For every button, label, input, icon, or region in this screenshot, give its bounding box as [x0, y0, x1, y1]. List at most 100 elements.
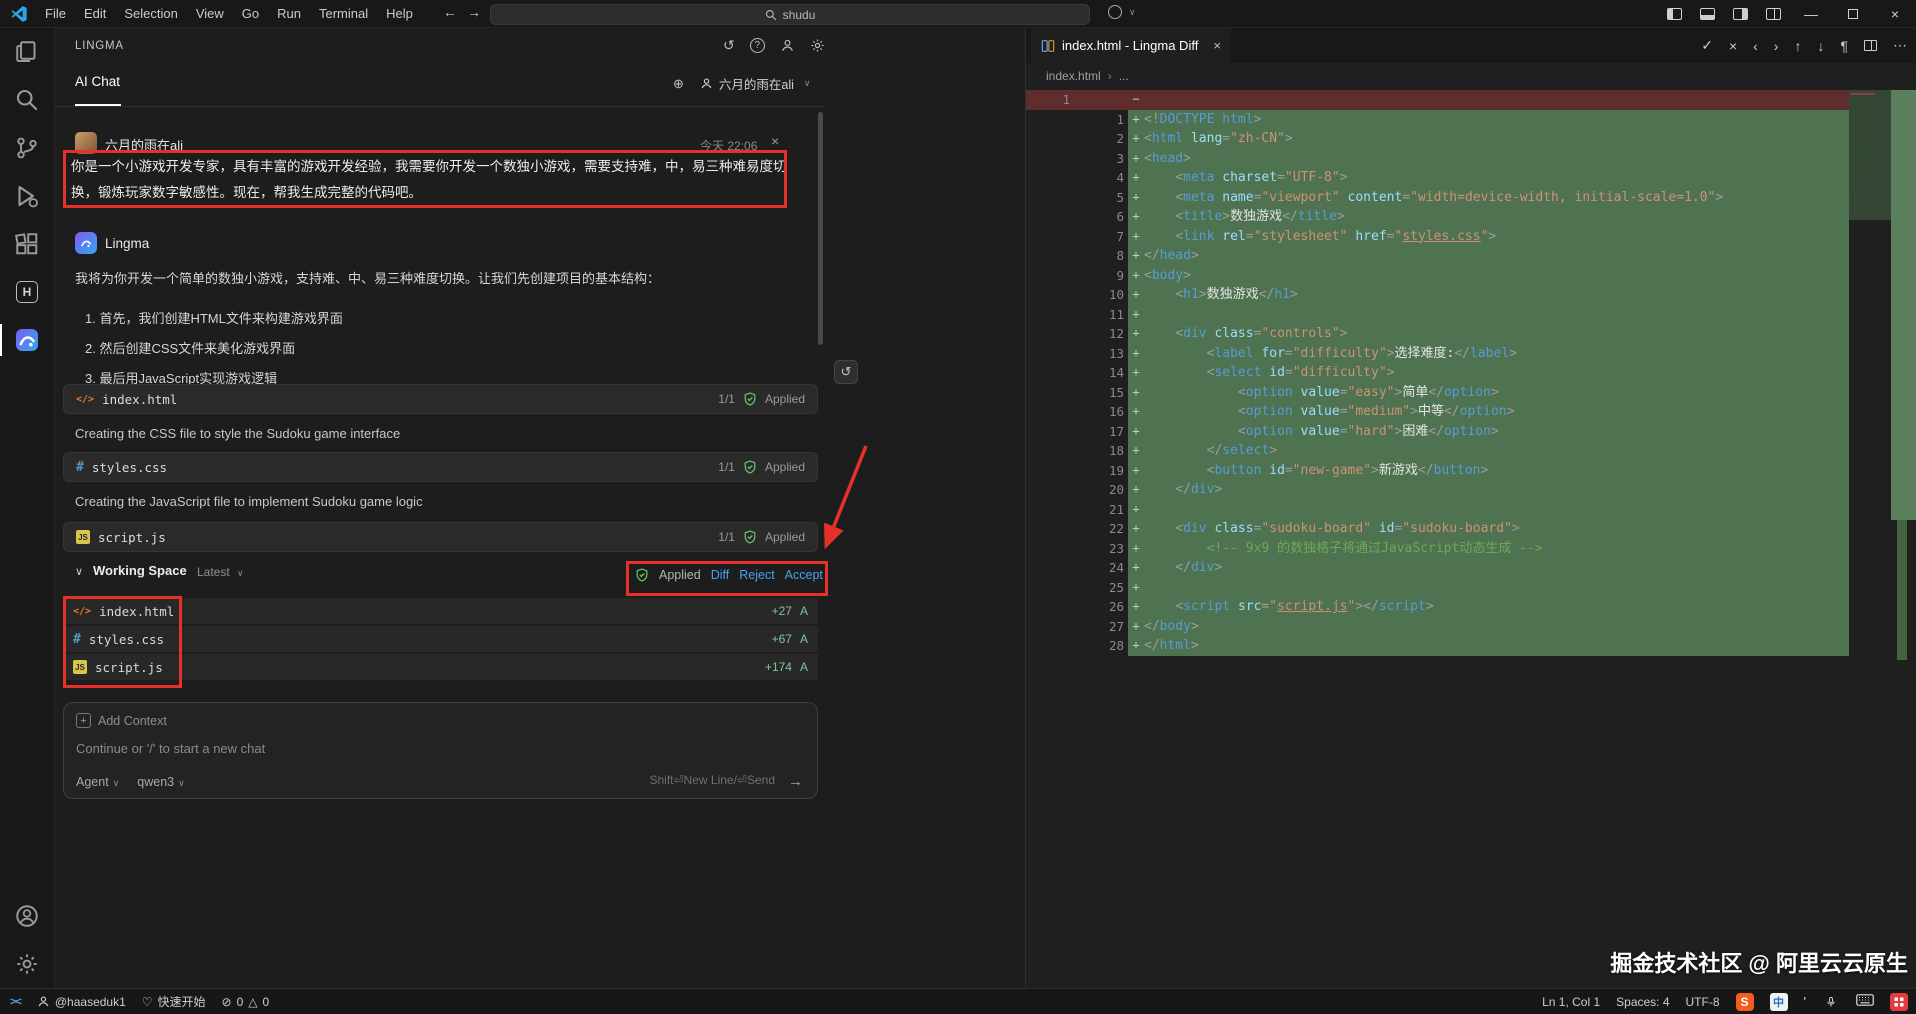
punctuation-icon[interactable]: ': [1804, 994, 1806, 1009]
ime-toolbox-icon[interactable]: [1890, 993, 1908, 1011]
account-icon[interactable]: [0, 892, 54, 940]
code-line[interactable]: 23+ <!-- 9x9 的数独格子将通过JavaScript动态生成 -->: [1026, 539, 1849, 559]
code-line[interactable]: 22+ <div class="sudoku-board" id="sudoku…: [1026, 519, 1849, 539]
code-line[interactable]: 18+ </select>: [1026, 441, 1849, 461]
customize-layout-icon[interactable]: [1766, 8, 1781, 20]
status-line-col[interactable]: Ln 1, Col 1: [1542, 995, 1600, 1009]
minimap[interactable]: [1849, 90, 1891, 220]
code-line[interactable]: 4+ <meta charset="UTF-8">: [1026, 168, 1849, 188]
chat-scrollbar[interactable]: [818, 112, 823, 345]
code-line[interactable]: 7+ <link rel="stylesheet" href="styles.c…: [1026, 227, 1849, 247]
next-change-icon[interactable]: ›: [1774, 38, 1779, 54]
close-message-icon[interactable]: ×: [771, 133, 779, 149]
more-actions-icon[interactable]: ⋯: [1893, 37, 1907, 54]
toggle-panel-icon[interactable]: [1700, 8, 1715, 20]
layout-customize-icon[interactable]: ∨: [1108, 5, 1136, 19]
arrow-down-icon[interactable]: ↓: [1817, 38, 1824, 54]
arrow-up-icon[interactable]: ↑: [1794, 38, 1801, 54]
code-line[interactable]: 16+ <option value="medium">中等</option>: [1026, 402, 1849, 422]
code-line[interactable]: 28+</html>: [1026, 636, 1849, 656]
tab-ai-chat[interactable]: AI Chat: [75, 74, 120, 89]
language-mode-icon[interactable]: 中: [1770, 993, 1788, 1011]
code-line[interactable]: 1+<!DOCTYPE html>: [1026, 110, 1849, 130]
maximize-button[interactable]: [1832, 0, 1874, 28]
add-context-button[interactable]: + Add Context: [76, 713, 167, 728]
status-account[interactable]: @haaseduk1: [37, 995, 126, 1009]
code-line[interactable]: 6+ <title>数独游戏</title>: [1026, 207, 1849, 227]
collapse-chevron-icon[interactable]: ∨: [75, 565, 83, 578]
toggle-sidebar-icon[interactable]: [1667, 8, 1682, 20]
agent-dropdown[interactable]: Agent∨: [76, 775, 119, 789]
code-line[interactable]: 21+: [1026, 500, 1849, 520]
menu-item-terminal[interactable]: Terminal: [310, 6, 377, 21]
code-line[interactable]: 12+ <div class="controls">: [1026, 324, 1849, 344]
breadcrumb-file[interactable]: index.html: [1046, 69, 1101, 83]
code-line[interactable]: 1−: [1026, 90, 1849, 110]
undo-float-button[interactable]: ↺: [834, 360, 858, 384]
workspace-file-row[interactable]: </> index.html +27 A: [63, 598, 818, 624]
source-control-icon[interactable]: [0, 124, 54, 172]
code-line[interactable]: 11+: [1026, 305, 1849, 325]
whitespace-icon[interactable]: ¶: [1840, 38, 1848, 54]
toggle-secondary-sidebar-icon[interactable]: [1733, 8, 1748, 20]
back-icon[interactable]: ←: [440, 4, 460, 20]
working-space-version[interactable]: Latest ∨: [197, 565, 244, 579]
sogou-input-icon[interactable]: S: [1736, 993, 1754, 1011]
status-quickstart[interactable]: ♡ 快速开始: [142, 993, 206, 1010]
status-problems[interactable]: ⊘ 0 △ 0: [222, 995, 270, 1009]
history-icon[interactable]: ↺: [723, 37, 735, 54]
workspace-file-row[interactable]: # styles.css +67 A: [63, 626, 818, 652]
lingma-sidebar-icon[interactable]: [0, 316, 54, 364]
file-card-index-html[interactable]: </> index.html 1/1 Applied: [63, 384, 818, 414]
code-line[interactable]: 8+</head>: [1026, 246, 1849, 266]
keyboard-icon[interactable]: [1856, 994, 1874, 1009]
menu-item-help[interactable]: Help: [377, 6, 422, 21]
chat-input[interactable]: [76, 741, 636, 756]
code-line[interactable]: 27+</body>: [1026, 617, 1849, 637]
discard-all-icon[interactable]: ×: [1729, 38, 1737, 54]
file-card-styles-css[interactable]: # styles.css 1/1 Applied: [63, 452, 818, 482]
code-line[interactable]: 14+ <select id="difficulty">: [1026, 363, 1849, 383]
reject-link[interactable]: Reject: [739, 568, 774, 582]
menu-item-go[interactable]: Go: [233, 6, 268, 21]
close-window-button[interactable]: ×: [1874, 0, 1916, 28]
workspace-file-row[interactable]: JS script.js +174 A: [63, 654, 818, 680]
menu-item-view[interactable]: View: [187, 6, 233, 21]
search-sidebar-icon[interactable]: [0, 76, 54, 124]
minimize-button[interactable]: —: [1790, 0, 1832, 28]
code-line[interactable]: 15+ <option value="easy">简单</option>: [1026, 383, 1849, 403]
code-line[interactable]: 3+<head>: [1026, 149, 1849, 169]
menu-item-file[interactable]: File: [36, 6, 75, 21]
mic-icon[interactable]: [1822, 993, 1840, 1011]
file-card-script-js[interactable]: JS script.js 1/1 Applied: [63, 522, 818, 552]
status-spaces[interactable]: Spaces: 4: [1616, 995, 1669, 1009]
code-line[interactable]: 5+ <meta name="viewport" content="width=…: [1026, 188, 1849, 208]
model-dropdown[interactable]: qwen3∨: [137, 775, 184, 789]
panel-settings-icon[interactable]: [810, 38, 825, 53]
feedback-icon[interactable]: [780, 38, 795, 53]
code-line[interactable]: 26+ <script src="script.js"></script>: [1026, 597, 1849, 617]
menu-item-selection[interactable]: Selection: [115, 6, 186, 21]
code-line[interactable]: 9+<body>: [1026, 266, 1849, 286]
code-line[interactable]: 13+ <label for="difficulty">选择难度:</label…: [1026, 344, 1849, 364]
forward-icon[interactable]: →: [464, 4, 484, 20]
remote-icon[interactable]: ><: [10, 996, 21, 1008]
extensions-icon[interactable]: [0, 220, 54, 268]
code-line[interactable]: 10+ <h1>数独游戏</h1>: [1026, 285, 1849, 305]
prev-change-icon[interactable]: ‹: [1753, 38, 1758, 54]
breadcrumb-more[interactable]: ...: [1119, 69, 1129, 83]
send-button[interactable]: →: [788, 773, 803, 790]
code-line[interactable]: 17+ <option value="hard">困难</option>: [1026, 422, 1849, 442]
code-line[interactable]: 19+ <button id="new-game">新游戏</button>: [1026, 461, 1849, 481]
split-editor-icon[interactable]: [1864, 40, 1877, 51]
help-icon[interactable]: ?: [750, 38, 765, 53]
explorer-icon[interactable]: [0, 28, 54, 76]
code-line[interactable]: 2+<html lang="zh-CN">: [1026, 129, 1849, 149]
status-encoding[interactable]: UTF-8: [1686, 995, 1720, 1009]
code-line[interactable]: 24+ </div>: [1026, 558, 1849, 578]
settings-gear-icon[interactable]: [0, 940, 54, 988]
menu-item-edit[interactable]: Edit: [75, 6, 115, 21]
menu-item-run[interactable]: Run: [268, 6, 310, 21]
run-debug-icon[interactable]: [0, 172, 54, 220]
account-chip[interactable]: 六月的雨在ali ∨: [700, 74, 811, 93]
